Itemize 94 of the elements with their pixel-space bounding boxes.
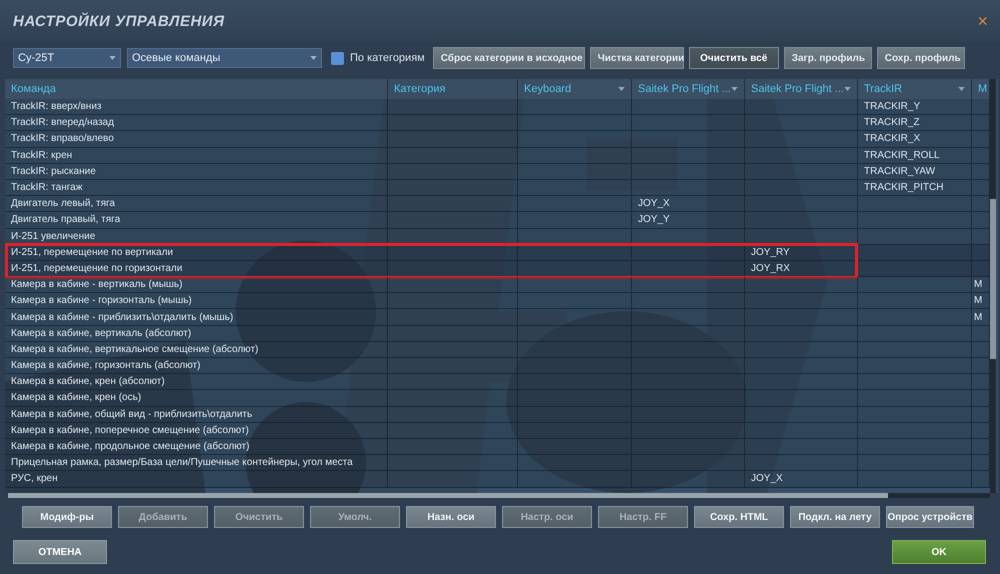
column-header[interactable]: Saitek Pro Flight ... xyxy=(745,79,858,99)
table-cell: И-251, перемещение по вертикали xyxy=(11,246,174,258)
table-cell: TRACKIR_PITCH xyxy=(864,182,944,194)
caret-icon xyxy=(844,87,851,91)
table-cell: TRACKIR_YAW xyxy=(864,166,936,177)
caret-icon xyxy=(618,87,625,91)
table-row[interactable]: TrackIR: вверх/вниз TRACKIR_Y xyxy=(5,99,990,116)
table-cell: M xyxy=(974,312,982,323)
table-cell: M xyxy=(974,279,982,290)
toolbar-button[interactable]: Загр. профиль xyxy=(784,47,872,69)
table-row[interactable]: РУС, крен JOY_X xyxy=(5,471,990,488)
scrollbar[interactable] xyxy=(8,493,990,498)
table-row[interactable]: TrackIR: тангаж TRACKIR_PITCH xyxy=(5,180,990,196)
ok-button[interactable]: OK xyxy=(892,540,986,564)
table-row[interactable]: Камера в кабине, общий вид - приблизить\отдалить xyxy=(5,406,990,423)
table-cell: Камера в кабине, продольное смещение (абсолют) xyxy=(11,441,250,452)
close-button[interactable]: × xyxy=(975,10,990,32)
table-row[interactable]: Камера в кабине - приблизить\отдалить (мышь) M xyxy=(5,309,990,326)
table-cell: Двигатель правый, тяга xyxy=(11,214,120,226)
table-row[interactable]: Камера в кабине - вертикаль (мышь) M xyxy=(5,277,990,294)
table-row[interactable]: Камера в кабине, крен (абсолют) xyxy=(5,374,990,390)
table-cell: JOY_X xyxy=(638,198,670,210)
action-button[interactable]: Назн. оси xyxy=(406,506,496,528)
table-cell: TRACKIR_Z xyxy=(864,117,920,128)
toolbar-button[interactable]: Чистка категории xyxy=(590,47,684,69)
table-cell: TrackIR: вверх/вниз xyxy=(11,101,102,112)
table-row[interactable]: Двигатель левый, тяга JOY_X xyxy=(5,196,990,212)
table-row[interactable]: Двигатель правый, тяга JOY_Y xyxy=(5,212,990,228)
caret-icon xyxy=(731,87,738,91)
table-row[interactable]: Прицельная рамка, размер/База цели/Пушечные контейнеры, угол места xyxy=(5,455,990,472)
table-cell: JOY_Y xyxy=(638,214,670,226)
table-cell: TRACKIR_ROLL xyxy=(864,150,940,161)
action-button[interactable]: Сохр. HTML xyxy=(694,506,784,528)
table-row[interactable]: И-251, перемещение по горизонтали JOY_RX xyxy=(5,260,990,278)
table-cell: TRACKIR_X xyxy=(864,133,920,144)
table-row[interactable]: Камера в кабине, поперечное смещение (абсолют) xyxy=(5,422,990,439)
table-row[interactable]: TrackIR: вправо/влево TRACKIR_X xyxy=(5,131,990,148)
table-row[interactable]: Камера в кабине, продольное смещение (абсолют) xyxy=(5,438,990,456)
table-cell: Камера в кабине, общий вид - приблизить\отдалить xyxy=(11,408,252,420)
by-categories-checkbox[interactable] xyxy=(331,52,344,64)
table-row[interactable]: Камера в кабине, вертикаль (абсолют) xyxy=(5,326,990,342)
cancel-button[interactable]: ОТМЕНА xyxy=(13,540,107,564)
table-cell: И-251 увеличение xyxy=(11,230,96,242)
table-row[interactable]: TrackIR: рыскание TRACKIR_YAW xyxy=(5,164,990,180)
table-cell: Камера в кабине, поперечное смещение (абсолют) xyxy=(11,424,249,436)
table-row[interactable]: И-251 увеличение xyxy=(5,228,990,245)
caret-icon xyxy=(109,56,116,60)
table-row[interactable]: Камера в кабине, вертикальное смещение (абсолют) xyxy=(5,342,990,358)
table-cell: Камера в кабине - горизонталь (мышь) xyxy=(11,295,192,306)
table-row[interactable]: И-251, перемещение по вертикали JOY_RY xyxy=(5,244,990,261)
table-cell: M xyxy=(974,295,982,306)
scrollbar[interactable] xyxy=(990,79,996,493)
table-row[interactable]: TrackIR: крен TRACKIR_ROLL xyxy=(5,148,990,164)
table-row[interactable]: Камера в кабине - горизонталь (мышь) M xyxy=(5,293,990,310)
table-cell: Двигатель левый, тяга xyxy=(11,198,115,210)
column-header[interactable]: Keyboard xyxy=(518,79,632,99)
table-cell: JOY_RX xyxy=(751,262,790,274)
category-dropdown[interactable]: Осевые команды xyxy=(127,48,322,68)
column-header[interactable]: Категория xyxy=(388,79,518,99)
table-cell: Камера в кабине, крен (ось) xyxy=(11,392,142,404)
table-cell: Камера в кабине - приблизить\отдалить (мышь) xyxy=(11,312,234,323)
action-button[interactable]: Модиф-ры xyxy=(22,506,112,528)
toolbar-button[interactable]: Очистить всё xyxy=(688,47,779,69)
column-header[interactable]: Saitek Pro Flight ... xyxy=(632,79,745,99)
column-header[interactable]: TrackIR xyxy=(858,79,972,99)
table-cell: TRACKIR_Y xyxy=(864,101,920,112)
action-button[interactable]: Опрос устройств xyxy=(886,506,974,528)
table-cell: Камера в кабине, горизонталь (абсолют) xyxy=(11,360,200,372)
table-cell: TrackIR: вперед/назад xyxy=(11,117,114,128)
table-cell: Камера в кабине - вертикаль (мышь) xyxy=(11,279,182,290)
caret-icon xyxy=(310,56,317,60)
column-header[interactable]: Команда xyxy=(5,79,388,99)
table-cell: Камера в кабине, крен (абсолют) xyxy=(11,376,165,388)
table-cell: TrackIR: тангаж xyxy=(11,182,82,194)
table-row[interactable]: TrackIR: вперед/назад TRACKIR_Z xyxy=(5,115,990,132)
table-cell: TrackIR: крен xyxy=(11,150,72,161)
window-title: НАСТРОЙКИ УПРАВЛЕНИЯ xyxy=(13,12,225,30)
table-cell: TrackIR: вправо/влево xyxy=(11,133,114,144)
table-row[interactable]: Камера в кабине, крен (ось) xyxy=(5,390,990,407)
aircraft-dropdown[interactable]: Су-25Т xyxy=(13,48,121,68)
table-cell: РУС, крен xyxy=(11,473,58,484)
table-cell: JOY_RY xyxy=(751,246,790,258)
table-cell: Камера в кабине, вертикальное смещение (абсолют) xyxy=(11,344,258,355)
table-cell: Прицельная рамка, размер/База цели/Пушечные контейнеры, угол места xyxy=(11,457,353,468)
checkbox-label: По категориям xyxy=(350,52,425,64)
caret-icon xyxy=(958,87,965,91)
table-row[interactable]: Камера в кабине, горизонталь (абсолют) xyxy=(5,358,990,374)
table-cell: И-251, перемещение по горизонтали xyxy=(11,262,182,274)
action-button[interactable]: Подкл. на лету xyxy=(790,506,880,528)
table-cell: JOY_X xyxy=(751,473,783,484)
table-cell: TrackIR: рыскание xyxy=(11,166,96,177)
toolbar-button[interactable]: Сохр. профиль xyxy=(876,47,965,69)
toolbar-button[interactable]: Сброс категории в исходное xyxy=(432,47,585,69)
table-cell: Камера в кабине, вертикаль (абсолют) xyxy=(11,328,192,339)
